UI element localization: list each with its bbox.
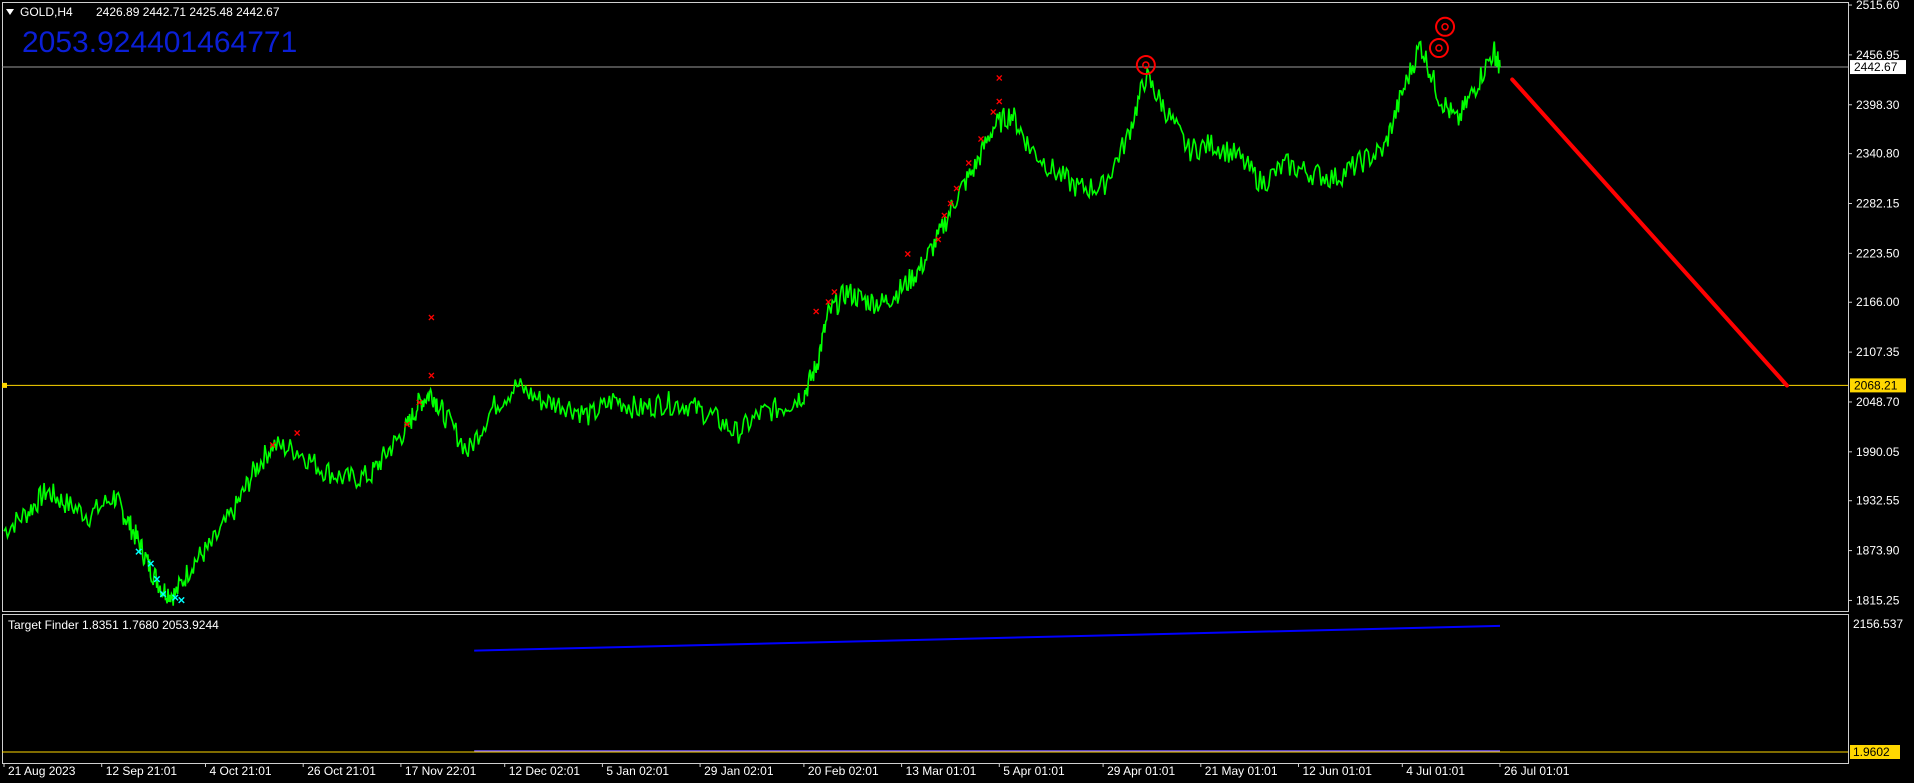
support-price-tag: 2068.21	[1854, 378, 1898, 392]
x-tick-label: 13 Mar 01:01	[906, 764, 977, 778]
indicator-bottom-value: 1.9602	[1853, 745, 1890, 759]
price-series-line	[3, 40, 1501, 606]
sell-marker-icon: ×	[904, 247, 911, 261]
indicator-bottom-tag: 1.9602	[1850, 745, 1900, 759]
y-tick-label: 1873.90	[1856, 544, 1900, 558]
x-tick-label: 5 Jan 02:01	[606, 764, 669, 778]
y-tick-label: 2048.70	[1856, 395, 1900, 409]
x-tick-label: 20 Feb 02:01	[808, 764, 879, 778]
sell-marker-icon: ×	[416, 396, 423, 410]
sell-marker-icon: ×	[404, 418, 411, 432]
sell-marker-icon: ×	[977, 132, 984, 146]
signal-markers: ×××××× ××××××××××××××××× ××	[135, 16, 1456, 608]
sell-marker-icon: ×	[294, 426, 301, 440]
y-tick-label: 1815.25	[1856, 593, 1900, 607]
x-axis: 21 Aug 2023 12 Sep 21:01 4 Oct 21:01 26 Oct…	[3, 763, 1570, 778]
indicator-panel-frame	[2, 614, 1849, 764]
target-circle-inner-icon	[1435, 44, 1443, 52]
ohlc-values: 2426.89 2442.71 2425.48 2442.67	[96, 5, 280, 19]
collapse-triangle-icon[interactable]	[6, 9, 14, 15]
target-circle-icon	[1428, 38, 1449, 59]
sell-marker-icon: ×	[935, 232, 942, 246]
y-tick-label: 2515.60	[1856, 0, 1900, 12]
y-tick-label: 1932.55	[1856, 494, 1900, 508]
buy-marker-icon: ×	[153, 571, 161, 586]
x-tick-label: 26 Jul 01:01	[1504, 764, 1570, 778]
x-tick-label: 17 Nov 22:01	[405, 764, 477, 778]
y-tick-label: 2223.50	[1856, 246, 1900, 260]
x-tick-label: 21 Aug 2023	[8, 764, 76, 778]
support-line-handle[interactable]	[2, 382, 7, 388]
x-tick-label: 4 Oct 21:01	[210, 764, 272, 778]
x-tick-label: 29 Apr 01:01	[1107, 764, 1175, 778]
x-tick-label: 12 Dec 02:01	[509, 764, 581, 778]
x-tick-label: 12 Jun 01:01	[1302, 764, 1372, 778]
y-tick-label: 2282.15	[1856, 197, 1900, 211]
x-tick-label: 5 Apr 01:01	[1003, 764, 1065, 778]
y-tick-label: 2107.35	[1856, 345, 1900, 359]
indicator-series-line	[474, 624, 1501, 652]
y-tick-label: 1990.05	[1856, 445, 1900, 459]
y-axis: 2515.602456.952398.302340.802282.152223.…	[1848, 0, 1900, 607]
sell-marker-icon: ×	[813, 305, 820, 319]
chart-canvas: GOLD,H4 2426.89 2442.71 2425.48 2442.67 …	[2, 0, 1906, 778]
x-tick-label: 26 Oct 21:01	[307, 764, 376, 778]
sell-marker-icon: ×	[428, 368, 435, 382]
sell-marker-icon: ×	[947, 197, 954, 211]
x-tick-label: 12 Sep 21:01	[106, 764, 178, 778]
y-tick-label: 2166.00	[1856, 295, 1900, 309]
buy-marker-icon: ×	[135, 544, 143, 559]
indicator-y-tick: 2156.537	[1853, 617, 1903, 631]
projection-trendline[interactable]	[1510, 77, 1789, 388]
buy-marker-icon: ×	[178, 593, 186, 608]
sell-marker-icon: ×	[996, 71, 1003, 85]
sell-marker-icon: ×	[953, 181, 960, 195]
x-tick-label: 21 May 01:01	[1205, 764, 1278, 778]
buy-marker-icon: ×	[159, 587, 167, 602]
x-tick-label: 4 Jul 01:01	[1406, 764, 1465, 778]
target-circle-icon	[1435, 16, 1456, 37]
sell-marker-icon: ×	[831, 285, 838, 299]
target-circle-icon	[1135, 55, 1156, 76]
sell-marker-icon: ×	[269, 438, 276, 452]
indicator-label: Target Finder 1.8351 1.7680 2053.9244	[8, 618, 219, 632]
y-tick-label: 2398.30	[1856, 98, 1900, 112]
sell-marker-icon: ×	[996, 95, 1003, 109]
symbol-label: GOLD,H4	[20, 5, 73, 19]
x-tick-label: 29 Jan 02:01	[704, 764, 774, 778]
sell-marker-icon: ×	[428, 311, 435, 325]
big-value-label: 2053.924401464771	[22, 26, 297, 59]
buy-marker-icon: ×	[147, 556, 155, 571]
current-price-tag: 2442.67	[1854, 60, 1898, 74]
y-tick-label: 2340.80	[1856, 147, 1900, 161]
target-circle-inner-icon	[1441, 23, 1449, 31]
sell-marker-icon: ×	[965, 156, 972, 170]
main-panel-frame	[2, 2, 1849, 612]
